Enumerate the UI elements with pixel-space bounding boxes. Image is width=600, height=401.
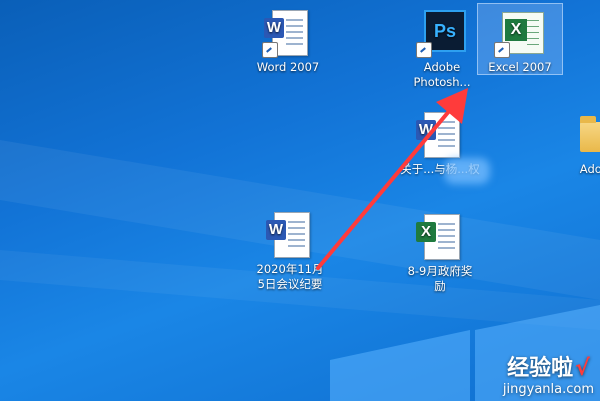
watermark: 经验啦√ jingyanla.com (503, 356, 594, 397)
annotation-arrow (316, 88, 468, 270)
watermark-brand: 经验啦 (507, 356, 574, 381)
check-icon: √ (575, 356, 590, 381)
watermark-site: jingyanla.com (502, 382, 594, 397)
